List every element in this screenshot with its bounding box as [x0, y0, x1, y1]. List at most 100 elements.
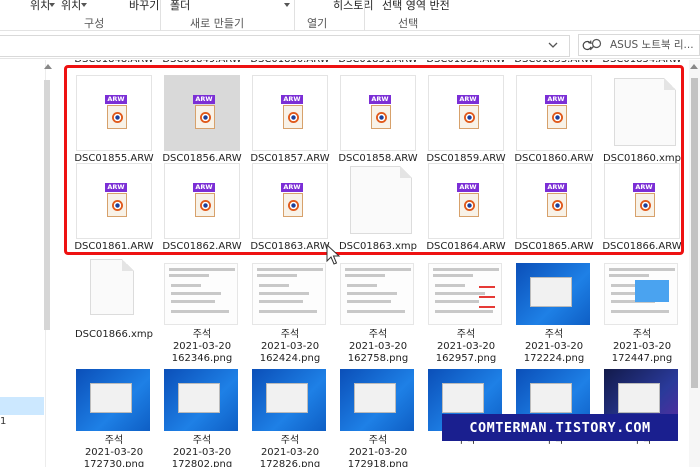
- file-thumbnail[interactable]: [512, 257, 596, 329]
- file-item[interactable]: 주석 2021-03-20 172224.png: [512, 257, 596, 364]
- screenshot-thumbnail: [164, 263, 238, 325]
- file-thumbnail[interactable]: [160, 257, 244, 329]
- file-item[interactable]: ARW DSC01860.ARW: [512, 75, 596, 164]
- file-item[interactable]: ARW DSC01865.ARW: [512, 163, 596, 252]
- file-item[interactable]: 주석 2021-03-20 162957.png: [424, 257, 508, 364]
- file-thumbnail[interactable]: ARW: [340, 75, 416, 151]
- arw-badge: ARW: [105, 95, 127, 104]
- file-item[interactable]: 주석 2021-03-20 172826.png: [248, 363, 332, 467]
- chevron-down-icon[interactable]: [546, 38, 560, 52]
- arw-badge: ARW: [105, 183, 127, 192]
- file-name-label: DSC01849.ARW: [160, 60, 244, 65]
- ribbon-rename[interactable]: 바꾸기: [129, 0, 159, 13]
- file-item[interactable]: ARW DSC01861.ARW: [72, 163, 156, 252]
- file-item[interactable]: 주석 2021-03-20 172730.png: [72, 363, 156, 467]
- file-thumbnail[interactable]: [248, 363, 332, 435]
- file-thumbnail[interactable]: [340, 163, 416, 239]
- text-line: [171, 300, 215, 303]
- file-thumbnail[interactable]: [72, 363, 156, 435]
- file-name-label: 주석: [192, 329, 212, 340]
- file-thumbnail[interactable]: [604, 75, 680, 151]
- file-name-label: DSC01864.ARW: [426, 241, 506, 252]
- file-thumbnail[interactable]: ARW: [76, 75, 152, 151]
- window-preview: [90, 383, 132, 413]
- file-item[interactable]: DSC01866.xmp: [72, 257, 156, 357]
- file-thumbnail[interactable]: [600, 257, 684, 329]
- file-thumbnail[interactable]: ARW: [164, 75, 240, 151]
- arw-file-icon: ARW: [281, 183, 303, 221]
- arw-file-icon: ARW: [633, 183, 655, 221]
- ribbon: 위치 위치 바꾸기 폴더 히스토리 선택 영역 반전 구성 새로 만들기 열기 …: [0, 0, 700, 31]
- file-item[interactable]: ARW DSC01863.ARW: [248, 163, 332, 252]
- file-name-label: 2021-03-20: [348, 447, 408, 458]
- ribbon-invert-selection[interactable]: 선택 영역 반전: [382, 0, 450, 13]
- address-field[interactable]: [0, 35, 570, 57]
- file-item[interactable]: 주석 2021-03-20 172802.png: [160, 363, 244, 467]
- file-name-label: 2021-03-20: [172, 447, 232, 458]
- file-item[interactable]: 주석 2021-03-20 162346.png: [160, 257, 244, 364]
- text-line: [345, 274, 385, 277]
- ribbon-copy-to[interactable]: 위치: [61, 0, 81, 13]
- nav-selected-item[interactable]: [0, 397, 44, 415]
- arw-badge: ARW: [457, 95, 479, 104]
- arw-file-icon: ARW: [193, 183, 215, 221]
- file-thumbnail[interactable]: ARW: [428, 163, 504, 239]
- file-item[interactable]: DSC01860.xmp: [600, 75, 684, 164]
- file-thumbnail[interactable]: ARW: [428, 75, 504, 151]
- window-preview: [354, 383, 396, 413]
- file-item[interactable]: 주석 2021-03-20 172447.png: [600, 257, 684, 364]
- file-name-label: 172826.png: [259, 459, 321, 467]
- file-thumbnail[interactable]: [72, 257, 156, 329]
- file-item[interactable]: 주석: [600, 363, 684, 463]
- file-thumbnail[interactable]: ARW: [164, 163, 240, 239]
- file-thumbnail[interactable]: [248, 257, 332, 329]
- file-item[interactable]: 주석: [512, 363, 596, 463]
- vertical-scrollbar-thumb[interactable]: [691, 78, 698, 388]
- file-item[interactable]: 주석 2021-03-20 162758.png: [336, 257, 420, 364]
- mouse-cursor-icon: [326, 244, 341, 265]
- file-thumbnail[interactable]: [336, 363, 420, 435]
- watermark-banner: COMTERMAN.TISTORY.COM: [442, 414, 678, 441]
- file-item[interactable]: ARW DSC01862.ARW: [160, 163, 244, 252]
- file-thumbnail[interactable]: [424, 257, 508, 329]
- file-thumbnail[interactable]: ARW: [252, 75, 328, 151]
- file-name-label: DSC01865.ARW: [514, 241, 594, 252]
- file-name-label: 주석: [104, 435, 124, 446]
- file-item[interactable]: ARW DSC01859.ARW: [424, 75, 508, 164]
- ribbon-history[interactable]: 히스토리: [333, 0, 373, 13]
- screenshot-thumbnail: [252, 369, 326, 431]
- file-item[interactable]: ARW DSC01855.ARW: [72, 75, 156, 164]
- file-thumbnail[interactable]: ARW: [516, 75, 592, 151]
- file-thumbnail[interactable]: ARW: [516, 163, 592, 239]
- scroll-up-arrow-icon[interactable]: [690, 64, 698, 69]
- file-name-label: 2021-03-20: [348, 341, 408, 352]
- file-name-label: 주석: [192, 435, 212, 446]
- file-thumbnail[interactable]: [160, 363, 244, 435]
- file-item[interactable]: 주석: [424, 363, 508, 463]
- file-item[interactable]: ARW DSC01858.ARW: [336, 75, 420, 164]
- arw-badge: ARW: [633, 183, 655, 192]
- file-item[interactable]: 주석 2021-03-20 162424.png: [248, 257, 332, 364]
- eye-icon: [464, 112, 475, 123]
- file-item[interactable]: DSC01863.xmp: [336, 163, 420, 252]
- ribbon-new-folder[interactable]: 폴더: [170, 0, 190, 13]
- document-icon: [459, 193, 479, 217]
- arw-file-icon: ARW: [369, 95, 391, 133]
- file-item[interactable]: ARW DSC01866.ARW: [600, 163, 684, 252]
- file-thumbnail[interactable]: ARW: [604, 163, 680, 239]
- file-name-label: 2021-03-20: [172, 341, 232, 352]
- document-icon: [371, 105, 391, 129]
- text-line: [259, 292, 309, 295]
- text-line: [259, 300, 303, 303]
- file-thumbnail[interactable]: [336, 257, 420, 329]
- file-thumbnail[interactable]: ARW: [252, 163, 328, 239]
- document-icon: [283, 105, 303, 129]
- file-thumbnail[interactable]: ARW: [76, 163, 152, 239]
- window-preview: [618, 383, 660, 413]
- file-item[interactable]: ARW DSC01864.ARW: [424, 163, 508, 252]
- arw-file-icon: ARW: [457, 183, 479, 221]
- file-item[interactable]: 주석 2021-03-20 172918.png: [336, 363, 420, 467]
- ribbon-move-to[interactable]: 위치: [30, 0, 50, 13]
- file-item[interactable]: ARW DSC01856.ARW: [160, 75, 244, 164]
- file-item[interactable]: ARW DSC01857.ARW: [248, 75, 332, 164]
